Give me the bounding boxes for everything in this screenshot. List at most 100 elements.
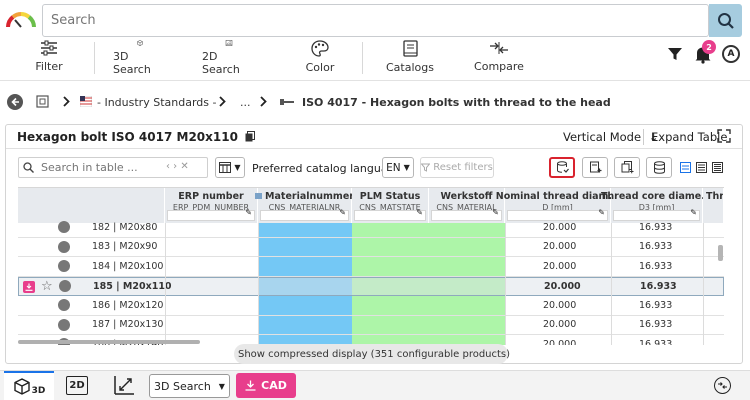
pencil-icon: ✎ [416,208,423,217]
table-row-selected[interactable]: ☆ 185 | M20x110 20.000 16.933 [18,276,724,296]
chevron-right-icon [259,96,267,110]
toolbar-divider [94,42,95,74]
back-button[interactable] [7,94,23,110]
cad-label: CAD [261,379,287,392]
row-status-dot [58,238,70,257]
pencil-icon: ✎ [245,208,252,217]
reset-filters-button[interactable]: Reset filters [420,157,494,178]
database-button[interactable] [646,157,672,178]
table-row[interactable]: 184 | M20x100 20.000 16.933 [18,257,724,277]
cell-d3: 16.933 [639,241,673,253]
data-table: ERP number ERP_PDM_NUMBER ✎ Materialnumm… [18,187,724,345]
star-icon[interactable]: ☆ [41,278,53,296]
db-add-button[interactable] [582,157,608,178]
compressed-display-toggle[interactable]: Show compressed display (351 configurabl… [234,344,510,364]
chevron-right-icon [62,96,70,110]
pencil-icon: ✎ [339,208,346,217]
language-select[interactable]: EN ▼ [382,157,414,178]
table-small-icon [255,193,263,199]
cad-download-button[interactable]: CAD [236,373,296,398]
color-tool-button[interactable]: Color [300,40,340,76]
catalogs-label: Catalogs [386,61,434,74]
view-3d-tab[interactable]: 3D [4,371,54,400]
funnel-icon[interactable] [667,46,683,65]
row-label: 184 | M20x100 [92,260,164,272]
user-avatar[interactable]: A [722,45,740,63]
app-logo-icon[interactable] [4,7,38,33]
density-medium-icon[interactable] [696,162,707,173]
density-compact-icon[interactable] [680,162,691,173]
breadcrumb-current: ISO 4017 - Hexagon bolts with thread to … [302,94,611,110]
cell-d3: 16.933 [640,280,677,292]
table-row[interactable]: 183 | M20x90 20.000 16.933 [18,238,724,257]
notification-badge: 2 [702,40,716,54]
table-row[interactable]: 187 | M20x130 20.000 16.933 [18,316,724,335]
cube-icon [13,378,30,395]
column-chooser-button[interactable]: ▼ [215,157,245,178]
vertical-scrollbar[interactable] [718,245,723,261]
row-status-dot [58,316,70,335]
catalogs-tool-button[interactable]: Catalogs [385,40,435,76]
expand-table-button[interactable]: Expand Table [651,130,727,144]
copy-icon[interactable] [245,131,256,142]
caret-down-icon: ▼ [218,381,225,391]
search3d-tool-button[interactable]: 3D Search [113,40,167,76]
cell-d3: 16.933 [639,260,673,272]
vertical-mode-button[interactable]: Vertical Mode ↓ [563,130,658,144]
search-button[interactable] [709,4,742,37]
sliders-icon [41,40,57,56]
density-wide-icon[interactable] [712,162,723,173]
search2d-label: 2D Search [202,50,240,76]
column-title: PLM Status [359,191,421,202]
panel-title: Hexagon bolt ISO 4017 M20x110 [17,130,256,144]
search3d-label: 3D Search [113,50,151,76]
cell-d3: 16.933 [639,319,673,331]
reset-filters-label: Reset filters [433,162,493,173]
pencil-icon: ✎ [492,208,499,217]
home-square-icon[interactable] [36,95,49,111]
header-divider [0,80,750,81]
expand-icon[interactable] [717,129,731,146]
compare-tool-button[interactable]: Compare [474,40,524,76]
row-status-dot [59,278,71,296]
cube-icon [137,40,143,46]
vertical-mode-label: Vertical Mode [563,130,642,144]
breadcrumb-industry[interactable]: - Industry Standards - [97,94,216,110]
collapse-arrows-icon[interactable] [714,377,731,394]
search3d-dropdown[interactable]: 3D Search ▼ [149,374,230,398]
table-row[interactable]: 186 | M20x120 20.000 16.933 [18,296,724,316]
column-border [611,223,612,345]
column-title: Materialnummer [255,191,354,202]
download-icon[interactable] [23,280,35,293]
pencil-icon: ✎ [690,208,697,217]
row-label: 186 | M20x120 [92,299,164,311]
database-plus-icon [589,161,601,173]
horizontal-scrollbar[interactable] [18,340,200,344]
column-border [703,223,704,345]
filter-tool-button[interactable]: Filter [28,40,70,76]
search-icon [717,12,734,29]
breadcrumb-ellipsis[interactable]: ... [240,94,251,110]
search-input[interactable] [42,4,709,37]
search3d-dropdown-label: 3D Search [154,379,211,393]
compare-label: Compare [474,60,524,73]
bolt-icon [280,97,294,110]
download-icon [245,380,256,391]
search-prev-next-icons[interactable]: ‹ › ✕ [166,161,189,172]
copy-rows-button[interactable] [614,157,640,178]
view-2d-tab[interactable]: 2D [66,376,88,395]
pencil-icon: ✎ [598,208,605,217]
filter-label: Filter [35,60,63,73]
catalog-language-label: Preferred catalog language [252,162,402,175]
search2d-tool-button[interactable]: 2D Search [202,40,256,76]
column-title: Thread core diame... [600,191,713,202]
db-export-button[interactable] [549,157,575,178]
arrow-left-icon [11,97,19,107]
row-status-dot [58,218,70,237]
table-row[interactable]: 182 | M20x80 20.000 16.933 [18,218,724,238]
toolbar-divider [362,42,363,74]
measure-icon[interactable] [113,375,135,398]
chevron-right-icon [218,96,226,110]
column-title: Werkstoff [440,191,493,202]
copy-plus-icon [621,161,633,174]
